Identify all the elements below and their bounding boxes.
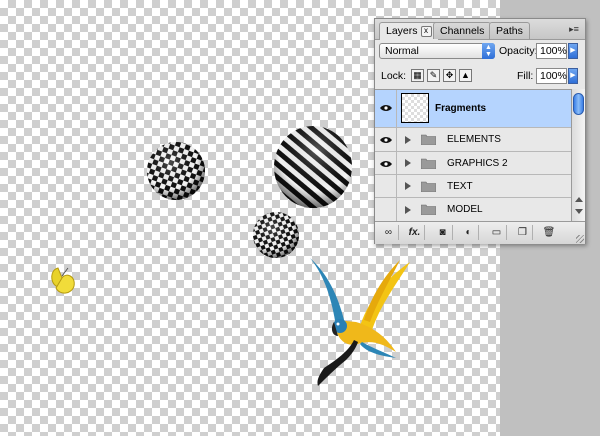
expand-triangle-icon[interactable] <box>405 182 411 190</box>
tab-paths-label: Paths <box>496 25 523 37</box>
layer-name: Fragments <box>435 103 487 114</box>
eye-icon <box>380 137 392 143</box>
eye-icon <box>380 105 392 111</box>
panel-tab-bar: Layers x Channels Paths ▸≡ <box>375 19 585 40</box>
chevron-updown-icon: ▲ ▼ <box>482 43 495 59</box>
striped-sphere <box>274 126 352 208</box>
folder-icon <box>421 134 436 145</box>
fill-slider-arrow-icon[interactable]: ▶ <box>568 68 578 84</box>
folder-icon <box>421 181 436 192</box>
trash-icon[interactable]: 🗑 <box>539 225 559 240</box>
folder-icon <box>421 204 436 215</box>
tab-paths[interactable]: Paths <box>489 22 530 39</box>
folder-icon <box>421 158 436 169</box>
layer-row-graphics-2[interactable]: GRAPHICS 2 <box>375 152 571 175</box>
layer-name: GRAPHICS 2 <box>447 158 508 169</box>
close-icon[interactable]: x <box>420 26 432 37</box>
lock-position-icon[interactable]: ✥ <box>443 69 456 82</box>
layer-name: TEXT <box>447 181 473 192</box>
checkered-sphere-large <box>147 142 205 200</box>
blend-mode-select[interactable]: Normal ▲ ▼ <box>379 43 495 59</box>
lock-all-icon[interactable]: ▲ <box>459 69 472 82</box>
layer-mask-icon[interactable]: ◙ <box>433 225 453 240</box>
tab-channels-label: Channels <box>440 25 485 37</box>
butterfly-image <box>51 267 75 294</box>
visibility-toggle[interactable] <box>375 152 397 174</box>
fill-input[interactable]: 100% <box>536 68 567 84</box>
layer-name: MODEL <box>447 204 483 215</box>
lock-transparent-pixels-icon[interactable]: ▦ <box>411 69 424 82</box>
adjustment-layer-icon[interactable]: ◐ <box>459 225 479 240</box>
resize-grip-icon[interactable] <box>576 235 584 243</box>
opacity-slider-arrow-icon[interactable]: ▶ <box>568 43 578 59</box>
layer-row-model[interactable]: MODEL <box>375 198 571 222</box>
scrollbar-thumb[interactable] <box>573 93 584 115</box>
visibility-toggle[interactable] <box>375 175 397 197</box>
visibility-toggle[interactable] <box>375 128 397 151</box>
fill-label: Fill: <box>517 70 534 82</box>
layer-thumbnail <box>401 93 429 123</box>
link-layers-icon[interactable]: ∞ <box>379 225 399 240</box>
fx-icon[interactable]: fx. <box>405 225 425 240</box>
tab-layers-label: Layers <box>386 25 418 37</box>
opacity-input[interactable]: 100% <box>536 43 567 59</box>
layer-row-fragments[interactable]: Fragments <box>375 90 571 128</box>
new-group-icon[interactable]: ▭ <box>487 225 507 240</box>
lock-image-pixels-icon[interactable]: ✎ <box>427 69 440 82</box>
lock-label: Lock: <box>381 70 407 82</box>
opacity-label: Opacity: <box>499 45 538 57</box>
layers-panel: Layers x Channels Paths ▸≡ Normal ▲ ▼ Opac… <box>374 18 586 244</box>
layer-row-elements[interactable]: ELEMENTS <box>375 128 571 152</box>
expand-triangle-icon[interactable] <box>405 136 411 144</box>
layers-list: Fragments ELEMENTS GRAPHICS 2 TEXT MODEL <box>375 89 571 222</box>
scroll-up-icon[interactable] <box>575 197 583 202</box>
expand-triangle-icon[interactable] <box>405 206 411 214</box>
tab-channels[interactable]: Channels <box>433 22 492 39</box>
visibility-toggle[interactable] <box>375 198 397 221</box>
panel-menu-icon[interactable]: ▸≡ <box>568 24 580 34</box>
checkered-sphere-small <box>253 212 299 258</box>
tab-layers[interactable]: Layers x <box>379 22 439 40</box>
visibility-toggle[interactable] <box>375 90 397 127</box>
layers-scrollbar[interactable] <box>571 89 585 221</box>
new-layer-icon[interactable]: ❐ <box>513 225 533 240</box>
expand-triangle-icon[interactable] <box>405 159 411 167</box>
parrot-image <box>310 258 410 386</box>
layer-name: ELEMENTS <box>447 134 501 145</box>
layers-bottom-toolbar: ∞ fx. ◙ ◐ ▭ ❐ 🗑 <box>375 221 585 244</box>
eye-icon <box>380 161 392 167</box>
scroll-down-icon[interactable] <box>575 209 583 214</box>
layer-row-text[interactable]: TEXT <box>375 175 571 198</box>
blend-mode-value: Normal <box>385 45 419 57</box>
